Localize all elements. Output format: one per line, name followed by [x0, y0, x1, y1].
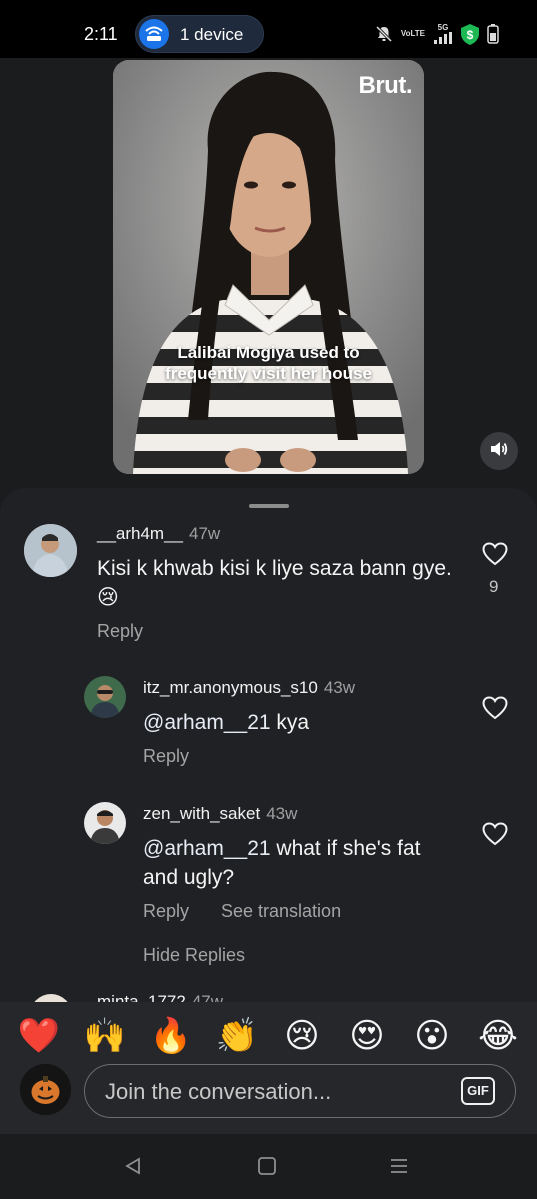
like-count: 9 [489, 577, 499, 596]
volume-icon [489, 440, 509, 463]
mute-notifications-icon [375, 25, 393, 43]
volte-icon: Vo LTE [400, 29, 425, 38]
emoji-crying-button[interactable]: 😢 [280, 1014, 324, 1058]
comment-item: __arh4m__ 47w Kisi k khwab kisi k liye sa… [0, 488, 537, 658]
signal-5g-icon: 5G [433, 24, 453, 44]
emoji-heart-button[interactable]: ❤️ [17, 1014, 61, 1058]
comment-username[interactable]: minta_1772 47w [97, 992, 223, 1002]
comment-username[interactable]: itz_mr.anonymous_s10 43w [143, 678, 355, 698]
emoji-surprised-button[interactable]: 😮 [410, 1014, 454, 1058]
comment-input-placeholder: Join the conversation... [105, 1079, 332, 1104]
comment-username[interactable]: zen_with_saket 43w [143, 804, 297, 824]
comment-item-partial: minta_1772 47w [0, 988, 537, 1002]
wifi-router-icon [139, 19, 169, 49]
comment-time: 43w [323, 678, 356, 697]
see-translation-button[interactable]: See translation [221, 901, 341, 922]
emoji-heart-eyes-button[interactable]: 😍 [345, 1014, 389, 1058]
comment-composer: ❤️ 🙌 🔥 👏 😢 😍 😮 😂 Join the conversation..… [0, 1002, 537, 1134]
reply-button[interactable]: Reply [143, 901, 189, 922]
reply-comment-item: itz_mr.anonymous_s10 43w @arham__21 kya R… [0, 658, 537, 784]
comment-input[interactable]: Join the conversation... GIF [84, 1064, 516, 1118]
recents-menu-icon[interactable] [385, 1154, 413, 1178]
connected-device-pill[interactable]: 1 device [135, 15, 264, 53]
reply-comment-item: zen_with_saket 43w @arham__21 what if she… [0, 784, 537, 934]
reply-button[interactable]: Reply [97, 621, 143, 642]
video-area: Brut. Lalibai Mogiya used to frequently … [0, 58, 537, 488]
comment-text: @arham__21 kya [143, 711, 310, 734]
avatar[interactable] [84, 676, 126, 718]
emoji-raised-hands-button[interactable]: 🙌 [83, 1014, 127, 1058]
reply-button[interactable]: Reply [143, 746, 189, 767]
like-heart-icon[interactable] [482, 542, 508, 566]
comment-time: 47w [189, 524, 221, 543]
hide-replies-button[interactable]: Hide Replies [143, 945, 245, 966]
video-player[interactable]: Brut. Lalibai Mogiya used to frequently … [113, 60, 424, 474]
comment-text: Kisi k khwab kisi k liye saza bann gye. … [97, 557, 452, 609]
back-icon[interactable] [119, 1154, 147, 1178]
emoji-fire-button[interactable]: 🔥 [149, 1014, 193, 1058]
status-icons: Vo LTE 5G $ [375, 22, 499, 46]
emoji-laughing-button[interactable]: 😂 [476, 1014, 520, 1058]
status-time: 2:11 [84, 24, 118, 44]
avatar[interactable] [30, 994, 72, 1002]
svg-text:$: $ [467, 28, 474, 42]
screen: 2:11 1 device Vo LTE 5G $ Brut. Lalibai … [0, 0, 537, 1199]
my-avatar[interactable] [20, 1064, 71, 1115]
quick-emoji-bar: ❤️ 🙌 🔥 👏 😢 😍 😮 😂 [0, 1014, 537, 1062]
system-nav-bar [0, 1134, 537, 1199]
video-caption: Lalibai Mogiya used to frequently visit … [165, 343, 372, 383]
comment-time: 47w [191, 992, 224, 1002]
comment-text: @arham__21 what if she's fat and ugly? [143, 837, 421, 889]
sound-toggle-button[interactable] [480, 432, 518, 470]
like-heart-icon[interactable] [482, 696, 508, 720]
device-label: 1 device [180, 25, 244, 44]
status-bar: 2:11 1 device Vo LTE 5G $ [0, 0, 537, 58]
mention-link[interactable]: @arham__21 [143, 711, 271, 734]
brand-logo: Brut. [358, 72, 413, 99]
emoji-clap-button[interactable]: 👏 [215, 1014, 259, 1058]
like-heart-icon[interactable] [482, 822, 508, 846]
comment-time: 43w [266, 804, 298, 823]
avatar[interactable] [24, 524, 77, 577]
home-icon[interactable] [253, 1154, 281, 1178]
gif-button[interactable]: GIF [461, 1077, 495, 1105]
mention-link[interactable]: @arham__21 [143, 837, 271, 860]
comment-username[interactable]: __arh4m__ 47w [97, 524, 220, 544]
comments-sheet: __arh4m__ 47w Kisi k khwab kisi k liye sa… [0, 488, 537, 1002]
avatar[interactable] [84, 802, 126, 844]
security-shield-icon: $ [461, 23, 479, 45]
video-frame-illustration [113, 60, 424, 474]
battery-icon [487, 24, 499, 44]
